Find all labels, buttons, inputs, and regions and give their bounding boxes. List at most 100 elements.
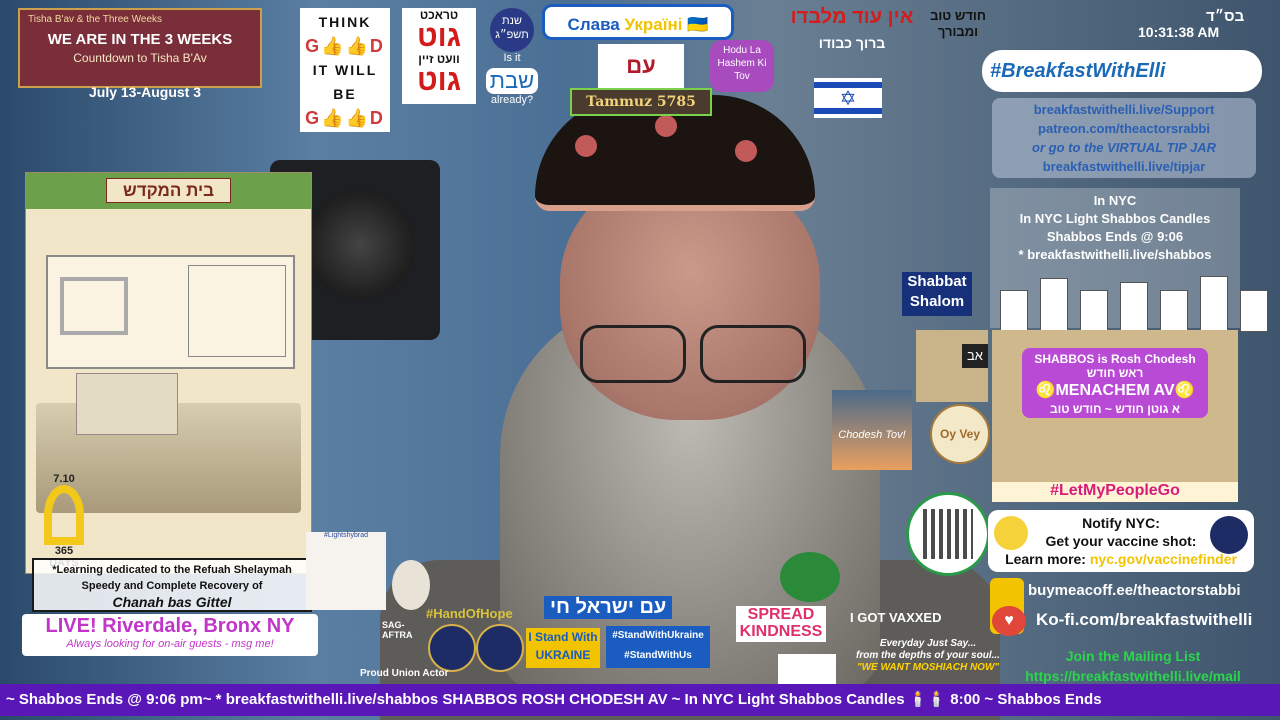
qr-code-icon[interactable] xyxy=(906,492,990,576)
mailing-link[interactable]: https://breakfastwithelli.live/mail xyxy=(1004,666,1262,686)
stand-ukraine-1: I Stand With xyxy=(528,630,598,644)
stand-with-2: #StandWithUs xyxy=(624,650,692,661)
support-link[interactable]: breakfastwithelli.live/Support xyxy=(992,100,1256,119)
ribbon-icon xyxy=(44,485,84,545)
oy-vey-badge: Oy Vey xyxy=(930,404,990,464)
hand-of-hope-tag: #HandOfHope xyxy=(426,606,513,621)
leaflet-image: #Lightshybrad xyxy=(306,532,386,610)
rosh-chodesh-line1: SHABBOS is Rosh Chodesh xyxy=(1034,352,1196,366)
smiley-icon xyxy=(994,516,1028,550)
ticker-text: ~ Shabbos Ends @ 9:06 pm~ * breakfastwit… xyxy=(6,691,1102,708)
will-be-label: IT WILL BE xyxy=(312,62,378,102)
stand-with-1: #StandWithUkraine xyxy=(612,630,704,641)
rosh-chodesh-box: SHABBOS is Rosh Chodesh ראש חודש ♌MENACH… xyxy=(1022,348,1208,418)
slava-ukraini-badge: Слава Україні 🇺🇦 xyxy=(542,4,734,40)
refuah-line1: *Learning dedicated to the Refuah Shelay… xyxy=(52,564,292,576)
moshiach-text: Everyday Just Say... from the depths of … xyxy=(848,638,1008,674)
us-seal xyxy=(476,624,524,672)
shabbat-label: שבת xyxy=(486,68,538,94)
shabbos-ends: Shabbos Ends @ 9:06 xyxy=(1046,229,1184,244)
good-label-2: G👍👍D xyxy=(305,108,385,128)
qr-pattern xyxy=(923,509,973,559)
three-weeks-countdown: Countdown to Tisha B'Av xyxy=(73,51,207,65)
stand-ukraine-2: UKRAINE xyxy=(535,648,591,662)
plan-room xyxy=(188,265,286,357)
ribbon-date: 7.10 xyxy=(53,473,75,485)
tip-jar-label: or go to the VIRTUAL TIP JAR xyxy=(1032,140,1216,155)
spread-kindness-badge: SPREAD KINDNESS xyxy=(736,606,826,642)
notify-nyc-panel: Notify NYC: Get your vaccine shot: Learn… xyxy=(988,510,1254,572)
kofi-heart-icon: ♥ xyxy=(992,606,1026,636)
think-label: THINK xyxy=(318,14,372,30)
patreon-link[interactable]: patreon.com/theactorsrabbi xyxy=(992,119,1256,138)
is-it-shabbat-badge: שנת תשפ״ג Is it שבת already? xyxy=(486,8,538,108)
temple-tower xyxy=(76,373,178,435)
moshiach-line1: Everyday Just Say... xyxy=(879,638,977,649)
candle xyxy=(1200,276,1228,332)
moshiach-line2: from the depths of your soul... xyxy=(856,650,1000,661)
israel-flag-icon: ✡ xyxy=(814,78,882,118)
vaccine-finder-link[interactable]: nyc.gov/vaccinefinder xyxy=(1090,551,1237,567)
vaxxed-badge: I GOT VAXXED xyxy=(850,610,942,625)
good-label: G👍👍D xyxy=(305,36,385,56)
refuah-name: Chanah bas Gittel xyxy=(112,594,232,610)
candle xyxy=(1080,290,1108,332)
ein-od-sub: ברוך כבודו xyxy=(818,35,886,51)
learn-more-label: Learn more: xyxy=(1005,551,1090,567)
temple-floor-plan xyxy=(46,255,295,369)
am-flag-badge: עם xyxy=(598,44,684,88)
live-title: LIVE! Riverdale, Bronx NY xyxy=(45,615,295,637)
live-subtitle: Always looking for on-air guests - msg m… xyxy=(66,638,274,650)
ny-state-seal xyxy=(428,624,476,672)
three-weeks-subtitle: Tisha B'av & the Three Weeks xyxy=(28,14,163,25)
candles-image xyxy=(990,270,1280,332)
ein-od-main: אין עוד מלבדו xyxy=(790,6,914,28)
mask-icon xyxy=(780,552,840,602)
am-yisrael-chai: עם ישראל חי xyxy=(544,596,673,619)
think-good-panel: THINK G👍👍D IT WILL BE G👍👍D xyxy=(300,8,390,132)
buy-me-coffee-link[interactable]: buymeacoff.ee/theactorstabbi xyxy=(1028,582,1241,599)
slava-text: Слава xyxy=(567,15,625,34)
refuah-dedication: *Learning dedicated to the Refuah Shelay… xyxy=(32,558,312,612)
flag-stripe xyxy=(814,108,882,114)
kofi-link[interactable]: Ko-fi.com/breakfastwithelli xyxy=(1036,610,1252,630)
host-glasses xyxy=(560,325,820,385)
shabbos-link[interactable]: * breakfastwithelli.live/shabbos xyxy=(990,246,1240,264)
candle-lighting: In NYC Light Shabbos Candles xyxy=(1019,211,1211,226)
already-label: already? xyxy=(490,94,534,106)
stand-with-ukraine-badge: I Stand With UKRAINE xyxy=(526,628,600,668)
temple-header: בית המקדש xyxy=(26,173,311,209)
candle xyxy=(1240,290,1268,332)
ein-od-milvado: אין עוד מלבדו ברוך כבודו xyxy=(762,6,942,51)
candle xyxy=(1120,282,1148,332)
glasses-lens xyxy=(700,325,806,383)
candle xyxy=(1160,290,1188,332)
three-weeks-title: WE ARE IN THE 3 WEEKS xyxy=(47,31,233,48)
kippah-flower xyxy=(735,140,757,162)
av-badge: אב xyxy=(962,344,988,368)
news-ticker: ~ Shabbos Ends @ 9:06 pm~ * breakfastwit… xyxy=(0,684,1280,716)
plan-courtyard xyxy=(60,277,128,335)
qr-code-small-icon[interactable] xyxy=(778,654,836,684)
rosh-chodesh-line4: א גוטן חודש ~ חודש טוב xyxy=(1049,402,1180,416)
rosh-chodesh-line2: ראש חודש xyxy=(1086,366,1144,380)
mailing-list: Join the Mailing List https://breakfastw… xyxy=(1004,646,1262,686)
three-weeks-dates: July 13-August 3 xyxy=(88,84,202,100)
nyc-title: In NYC xyxy=(1093,193,1137,208)
let-my-people-go-tag: #LetMyPeopleGo xyxy=(992,482,1238,502)
brand-badge: #BreakfastWithElli xyxy=(982,50,1262,92)
moshiach-line3: "WE WANT MOSHIACH NOW" xyxy=(856,662,1000,673)
three-weeks-banner: Tisha B'av & the Three Weeks WE ARE IN T… xyxy=(18,8,262,88)
is-it-label: Is it xyxy=(503,52,521,64)
kippah-flower xyxy=(655,115,677,137)
tipjar-link[interactable]: breakfastwithelli.live/tipjar xyxy=(992,157,1256,176)
candle xyxy=(1000,290,1028,332)
ukraini-text: Україні xyxy=(624,15,683,34)
live-location-badge: LIVE! Riverdale, Bronx NY Always looking… xyxy=(22,614,318,656)
vaccinate-ny-icon xyxy=(1210,516,1248,554)
proud-union-actor: Proud Union Actor xyxy=(360,668,449,679)
bsd-label: בס״ד xyxy=(1206,8,1245,25)
kippah-flower xyxy=(575,135,597,157)
temple-title: בית המקדש xyxy=(106,178,231,203)
support-panel: breakfastwithelli.live/Support patreon.c… xyxy=(992,98,1256,178)
